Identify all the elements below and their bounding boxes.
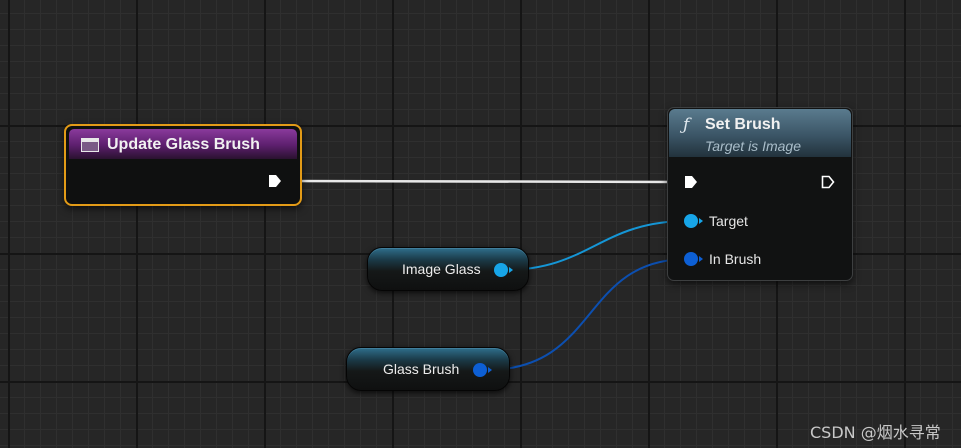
function-icon: ƒ [683,115,690,135]
watermark-text: CSDN @烟水寻常 [810,423,941,442]
set-brush-function-node[interactable]: ƒ Set Brush Target is Image Target In Br… [667,107,853,281]
function-node-title: Set Brush [705,116,781,133]
function-node-header[interactable]: ƒ Set Brush Target is Image [669,109,851,157]
image-glass-pin-arrow [509,267,513,273]
event-graph-icon [81,138,99,152]
event-node-header[interactable]: Update Glass Brush [69,129,297,159]
function-node-subtitle: Target is Image [705,138,801,154]
image-glass-variable-node[interactable]: Image Glass [367,247,529,291]
glass-brush-label: Glass Brush [383,361,460,377]
update-glass-brush-event-node[interactable]: Update Glass Brush [64,124,302,206]
in-brush-input-pin[interactable] [684,252,698,266]
exec-output-pin-outline[interactable] [821,175,835,189]
image-glass-label: Image Glass [402,261,481,277]
in-brush-pin-label: In Brush [709,251,762,267]
glass-brush-variable-node[interactable]: Glass Brush [346,347,510,391]
event-node-title: Update Glass Brush [107,136,260,153]
exec-input-pin[interactable] [684,175,698,189]
exec-wire [283,179,685,184]
in-brush-pin-arrow [699,256,703,262]
target-input-pin[interactable] [684,214,698,228]
glass-brush-output-pin[interactable] [473,363,487,377]
glass-brush-pin-arrow [488,367,492,373]
target-pin-label: Target [709,213,748,229]
image-glass-output-pin[interactable] [494,263,508,277]
target-pin-arrow [699,218,703,224]
exec-output-pin[interactable] [268,174,282,188]
